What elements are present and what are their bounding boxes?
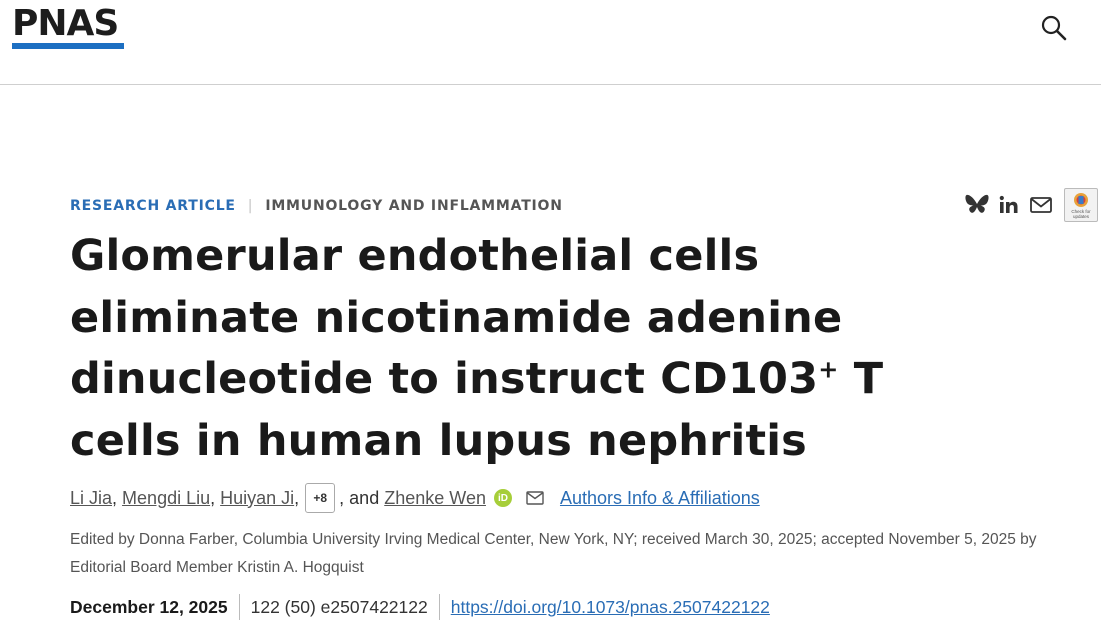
search-icon (1041, 15, 1067, 41)
volume-issue-info: 122 (50) e2507422122 (250, 596, 428, 617)
author-separator: , (112, 487, 123, 508)
author-link-mengdi-liu[interactable]: Mengdi Liu (122, 488, 210, 509)
email-share-button[interactable] (1028, 192, 1054, 218)
site-header: PNAS (0, 0, 1101, 85)
linkedin-icon (999, 195, 1018, 213)
doi-link[interactable]: https://doi.org/10.1073/pnas.2507422122 (451, 597, 770, 618)
authors-info-affiliations-link[interactable]: Authors Info & Affiliations (560, 488, 760, 509)
more-authors-button[interactable]: +8 (305, 483, 336, 513)
title-superscript: + (818, 355, 839, 384)
author-separator: , (294, 487, 300, 508)
author-link-huiyan-ji[interactable]: Huiyan Ji (220, 488, 294, 509)
check-for-updates-button[interactable]: Check for updates (1064, 188, 1098, 222)
author-link-li-jia[interactable]: Li Jia (70, 488, 112, 509)
article-tags: RESEARCH ARTICLE | IMMUNOLOGY AND INFLAM… (70, 196, 563, 216)
linkedin-share-button[interactable] (996, 192, 1022, 218)
article-title: Glomerular endothelial cells eliminate n… (70, 226, 970, 472)
author-link-zhenke-wen[interactable]: Zhenke Wen (384, 488, 486, 509)
bluesky-icon (965, 194, 989, 213)
search-button[interactable] (1040, 14, 1068, 42)
email-icon (1030, 197, 1052, 213)
bluesky-share-button[interactable] (964, 192, 990, 218)
divider (238, 594, 240, 620)
divider (438, 594, 440, 620)
and-text: , and (339, 487, 380, 508)
corresponding-author-mail-button[interactable] (526, 491, 544, 505)
author-list: Li Jia, Mengdi Liu, Huiyan Ji, +8 , and … (70, 483, 760, 513)
logo-underline (12, 43, 124, 49)
check-for-updates-icon: Check for updates (1071, 193, 1091, 219)
publication-date: December 12, 2025 (70, 596, 228, 617)
share-toolbar: Check for updates (964, 188, 1098, 222)
logo-text: PNAS (12, 3, 119, 44)
title-part-1: Glomerular endothelial cells eliminate n… (70, 231, 843, 404)
mail-icon (526, 491, 544, 505)
pnas-logo[interactable]: PNAS (12, 6, 124, 50)
article-topic-label[interactable]: IMMUNOLOGY AND INFLAMMATION (265, 198, 562, 214)
publication-info: December 12, 2025 122 (50) e2507422122 h… (70, 594, 770, 620)
svg-text:updates: updates (1073, 214, 1090, 219)
tag-divider: | (247, 198, 254, 214)
editorial-note: Edited by Donna Farber, Columbia Univers… (70, 531, 1037, 576)
orcid-icon[interactable]: iD (493, 489, 512, 507)
article-type-label[interactable]: RESEARCH ARTICLE (70, 198, 236, 214)
author-separator: , (210, 487, 221, 508)
